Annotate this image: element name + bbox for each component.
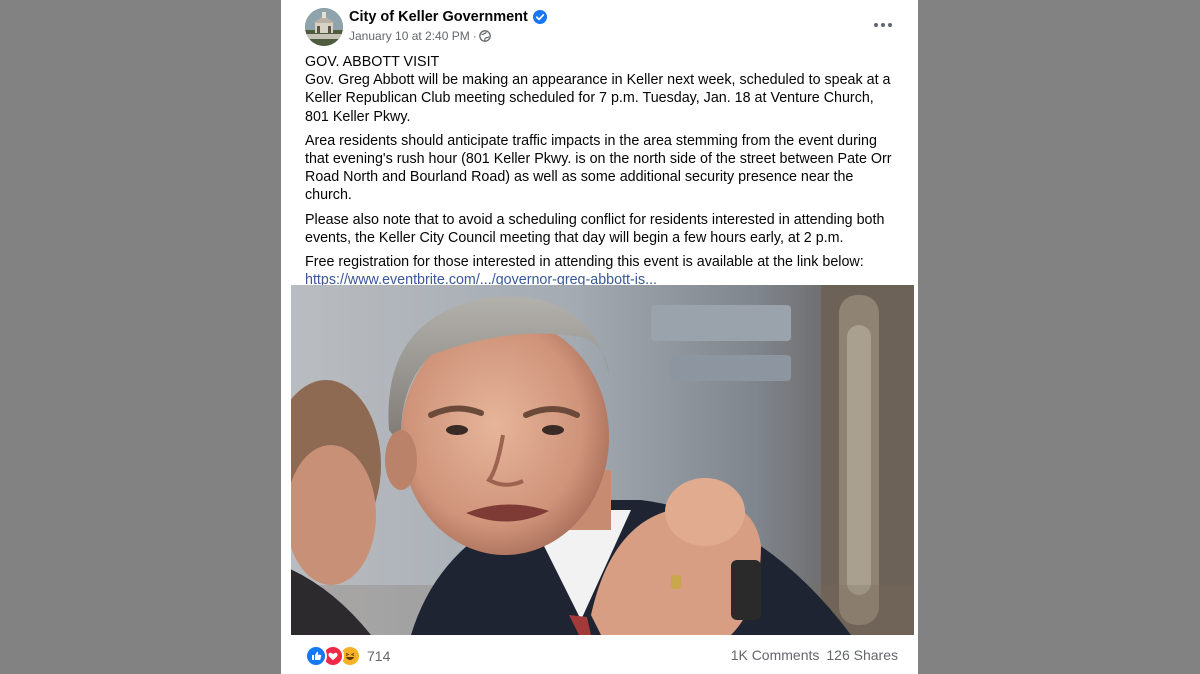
post-paragraph-1: GOV. ABBOTT VISIT Gov. Greg Abbott will … xyxy=(305,53,897,126)
shares-count-link[interactable]: 126 Shares xyxy=(826,647,898,663)
more-options-icon xyxy=(874,23,878,27)
facebook-post-card: City of Keller Government January 10 at … xyxy=(281,0,918,674)
post-paragraph-3: Please also note that to avoid a schedul… xyxy=(305,211,885,246)
meta-separator: · xyxy=(472,29,477,43)
city-hall-avatar-image xyxy=(305,8,343,46)
post-stats: 1K Comments 126 Shares xyxy=(731,647,898,663)
post-paragraph-2: Area residents should anticipate traffic… xyxy=(305,132,892,204)
post-heading: GOV. ABBOTT VISIT xyxy=(305,54,440,70)
comments-count-link[interactable]: 1K Comments xyxy=(731,647,820,663)
post-photo-image xyxy=(291,285,914,635)
post-author-name[interactable]: City of Keller Government xyxy=(349,9,528,25)
reaction-count: 714 xyxy=(367,648,391,664)
post-photo[interactable] xyxy=(291,285,914,635)
post-paragraph-4: Free registration for those interested i… xyxy=(305,253,897,289)
post-author-row: City of Keller Government xyxy=(349,9,547,25)
verified-badge-icon xyxy=(532,10,547,24)
post-timestamp[interactable]: January 10 at 2:40 PM xyxy=(349,29,470,43)
post-body: GOV. ABBOTT VISIT Gov. Greg Abbott will … xyxy=(305,53,897,295)
more-options-button[interactable] xyxy=(870,15,896,35)
post-engagement-bar: 714 1K Comments 126 Shares xyxy=(281,640,918,674)
post-meta: January 10 at 2:40 PM · xyxy=(349,29,491,43)
more-options-icon xyxy=(881,23,885,27)
like-icon xyxy=(305,645,327,667)
more-options-icon xyxy=(888,23,892,27)
reactions-summary[interactable]: 714 xyxy=(305,645,390,667)
page-avatar[interactable] xyxy=(305,8,343,46)
globe-icon xyxy=(478,30,491,42)
post-paragraph-4-text: Free registration for those interested i… xyxy=(305,254,864,271)
post-paragraph-1-text: Gov. Greg Abbott will be making an appea… xyxy=(305,72,891,125)
